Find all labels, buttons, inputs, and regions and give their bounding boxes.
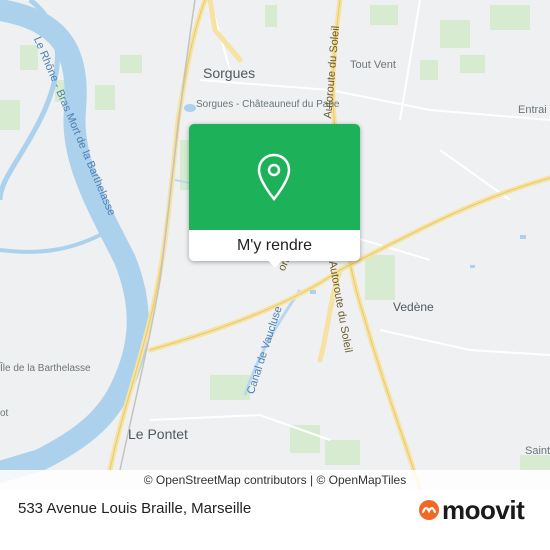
moovit-logo[interactable]: moovit	[418, 495, 525, 525]
location-pin-icon	[257, 153, 291, 201]
directions-popup[interactable]: M'y rendre	[189, 124, 360, 261]
get-directions-button[interactable]: M'y rendre	[189, 230, 360, 261]
town-label-vedene: Vedène	[393, 300, 434, 314]
locality-label-tout-vent: Tout Vent	[350, 59, 396, 71]
brand-wordmark: moovit	[442, 495, 525, 525]
station-label-sorgues-chateauneuf: Sorgues - Châteauneuf du Pape	[196, 99, 340, 110]
town-label-sorgues: Sorgues	[203, 65, 256, 81]
locality-label-ile-barthelasse: Île de la Barthelasse	[0, 363, 91, 374]
address-label: 533 Avenue Louis Braille, Marseille	[18, 500, 252, 517]
footer: 533 Avenue Louis Braille, Marseille moov…	[0, 490, 550, 550]
town-label-saint: Saint	[525, 445, 550, 457]
popup-pointer	[266, 258, 284, 268]
moovit-logo-icon	[419, 500, 439, 520]
town-label-le-pontet: Le Pontet	[128, 426, 188, 442]
town-label-entraigues: Entrai sur-la-S	[518, 104, 550, 116]
popup-header	[189, 124, 360, 230]
map-attribution[interactable]: © OpenStreetMap contributors | © OpenMap…	[0, 470, 550, 490]
locality-label-partial: ot	[0, 408, 9, 419]
